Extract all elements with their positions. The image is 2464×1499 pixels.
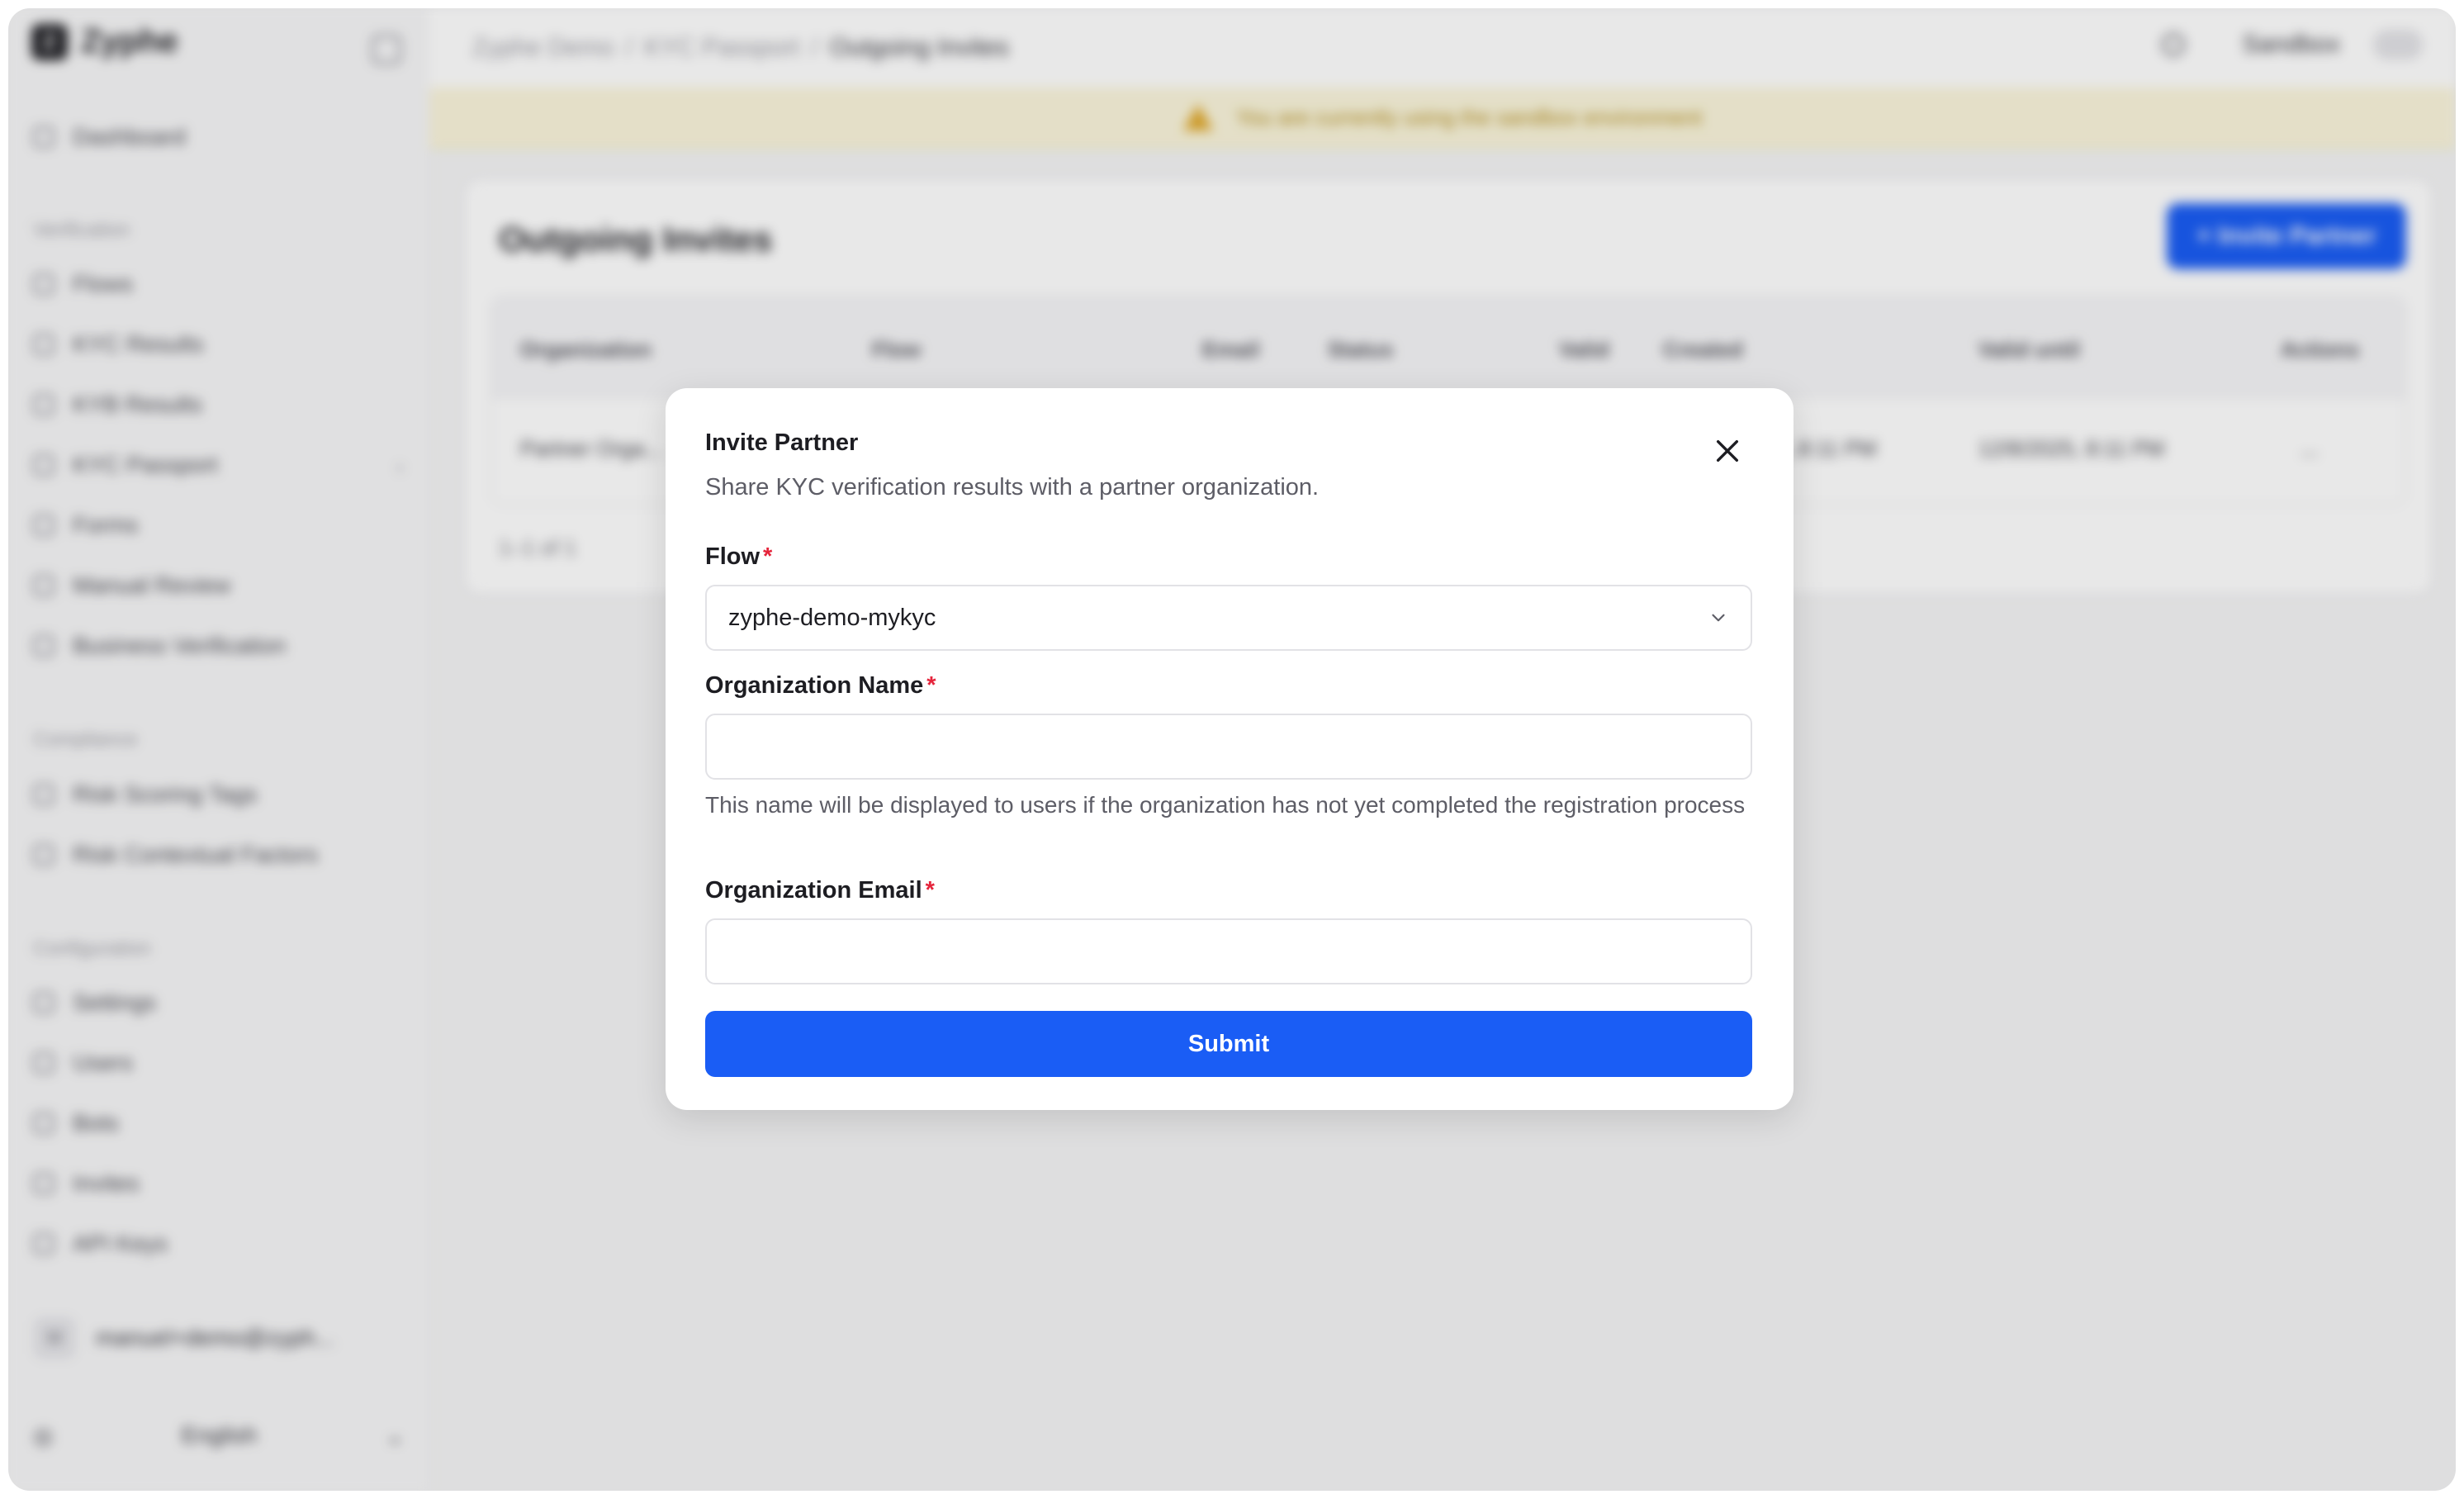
organization-name-help-text: This name will be displayed to users if … bbox=[705, 792, 1746, 818]
required-indicator: * bbox=[925, 877, 935, 904]
invite-partner-modal: Invite Partner Share KYC verification re… bbox=[666, 388, 1794, 1110]
required-indicator: * bbox=[763, 543, 773, 570]
organization-name-label: Organization Name * bbox=[705, 672, 936, 700]
submit-button[interactable]: Submit bbox=[705, 1011, 1752, 1077]
app-window: Z Zyphe Dashboard Verification Flows KYC… bbox=[8, 8, 2456, 1491]
label-text: Organization Email bbox=[705, 877, 922, 904]
label-text: Organization Name bbox=[705, 672, 924, 699]
flow-label: Flow * bbox=[705, 543, 772, 571]
flow-select[interactable]: zyphe-demo-mykyc bbox=[705, 585, 1752, 651]
modal-subtitle: Share KYC verification results with a pa… bbox=[705, 474, 1320, 500]
organization-email-label: Organization Email * bbox=[705, 877, 935, 904]
label-text: Flow bbox=[705, 543, 761, 570]
required-indicator: * bbox=[926, 672, 936, 699]
modal-title: Invite Partner bbox=[705, 429, 859, 456]
organization-name-input[interactable] bbox=[705, 714, 1752, 780]
close-icon bbox=[1716, 439, 1739, 463]
close-button[interactable] bbox=[1711, 434, 1744, 467]
organization-email-input[interactable] bbox=[705, 918, 1752, 984]
chevron-down-icon bbox=[1712, 614, 1725, 622]
flow-selected-value: zyphe-demo-mykyc bbox=[728, 604, 936, 631]
